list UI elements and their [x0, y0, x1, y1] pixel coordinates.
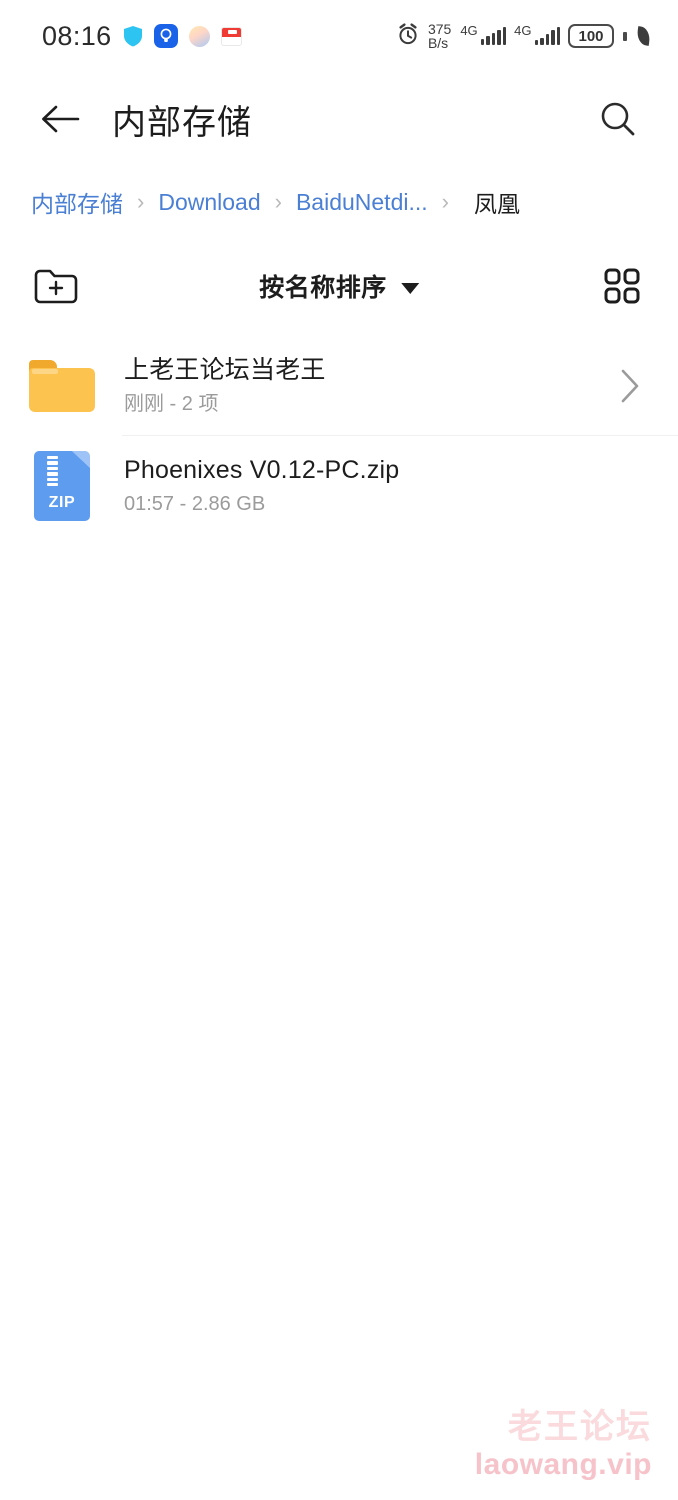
list-item-meta: 01:57 - 2.86 GB	[124, 493, 266, 516]
sort-dropdown[interactable]: 按名称排序	[259, 268, 419, 304]
sim2-signal-indicator: 4G	[514, 23, 560, 45]
zip-file-icon: ZIP	[26, 450, 98, 522]
list-item-text: Phoenixes V0.12-PC.zip 01:57 - 2.86 GB	[124, 457, 650, 516]
page-title: 内部存储	[112, 103, 252, 142]
red-app-icon	[220, 26, 242, 46]
chevron-right-icon[interactable]	[610, 366, 650, 406]
sim2-network-label: 4G	[514, 23, 532, 38]
status-bar: 08:16 375 B/s 4G 4G 100	[0, 0, 678, 72]
list-item[interactable]: ZIP Phoenixes V0.12-PC.zip 01:57 - 2.86 …	[0, 436, 678, 536]
breadcrumb-item-0[interactable]: 内部存储	[28, 185, 126, 219]
caret-down-icon	[400, 282, 419, 294]
folder-icon	[26, 350, 98, 422]
lightbulb-icon	[153, 24, 178, 48]
status-bar-left: 08:16	[42, 20, 242, 51]
list-item-meta: 刚刚 - 2 项	[124, 393, 219, 416]
file-list: 上老王论坛当老王 刚刚 - 2 项 ZIP Phoenixes V0.12-PC…	[0, 336, 678, 536]
zip-icon-label: ZIP	[48, 494, 76, 511]
breadcrumb-separator-2: ›	[441, 189, 449, 214]
leaf-icon	[635, 26, 652, 46]
list-item[interactable]: 上老王论坛当老王 刚刚 - 2 项	[0, 336, 678, 436]
sim1-network-label: 4G	[460, 23, 478, 38]
gradient-circle-icon	[188, 25, 210, 47]
watermark-line-1: 老王论坛	[508, 1408, 652, 1447]
new-folder-icon[interactable]	[28, 258, 84, 314]
sim1-signal-bars	[480, 27, 507, 45]
network-speed-unit: B/s	[427, 35, 449, 51]
network-speed-value: 375	[427, 20, 452, 37]
grid-view-icon[interactable]	[594, 258, 650, 314]
file-manager-screen: 08:16 375 B/s 4G 4G 100 内部存储 内部存储 › Down…	[0, 0, 678, 1500]
status-bar-right: 375 B/s 4G 4G 100	[396, 20, 652, 51]
breadcrumb-separator-1: ›	[274, 189, 282, 214]
battery-tip	[623, 31, 627, 41]
breadcrumb: 内部存储 › Download › BaiduNetdi... › 凤凰	[0, 180, 678, 224]
list-item-name: Phoenixes V0.12-PC.zip	[124, 456, 400, 484]
battery-level-label: 100	[578, 27, 604, 45]
list-item-text: 上老王论坛当老王 刚刚 - 2 项	[124, 357, 610, 416]
breadcrumb-item-1[interactable]: Download	[155, 189, 263, 216]
status-bar-clock: 08:16	[42, 20, 112, 51]
sort-label: 按名称排序	[259, 274, 387, 302]
breadcrumb-separator-0: ›	[137, 189, 145, 214]
network-speed-indicator: 375 B/s	[427, 20, 452, 51]
watermark-line-2: laowang.vip	[474, 1447, 652, 1481]
sim2-signal-bars	[534, 27, 560, 45]
breadcrumb-item-2[interactable]: BaiduNetdi...	[293, 189, 431, 216]
breadcrumb-item-3: 凤凰	[473, 191, 520, 217]
battery-indicator: 100	[568, 24, 614, 48]
watermark: 老王论坛 laowang.vip	[475, 1408, 652, 1482]
shield-icon	[123, 25, 143, 47]
list-toolbar: 按名称排序	[0, 250, 678, 322]
sim1-signal-indicator: 4G	[460, 23, 507, 45]
alarm-clock-icon	[396, 22, 420, 51]
search-icon[interactable]	[592, 93, 644, 145]
back-arrow-icon[interactable]	[34, 93, 86, 145]
app-bar: 内部存储	[0, 80, 678, 158]
list-item-name: 上老王论坛当老王	[124, 356, 326, 384]
